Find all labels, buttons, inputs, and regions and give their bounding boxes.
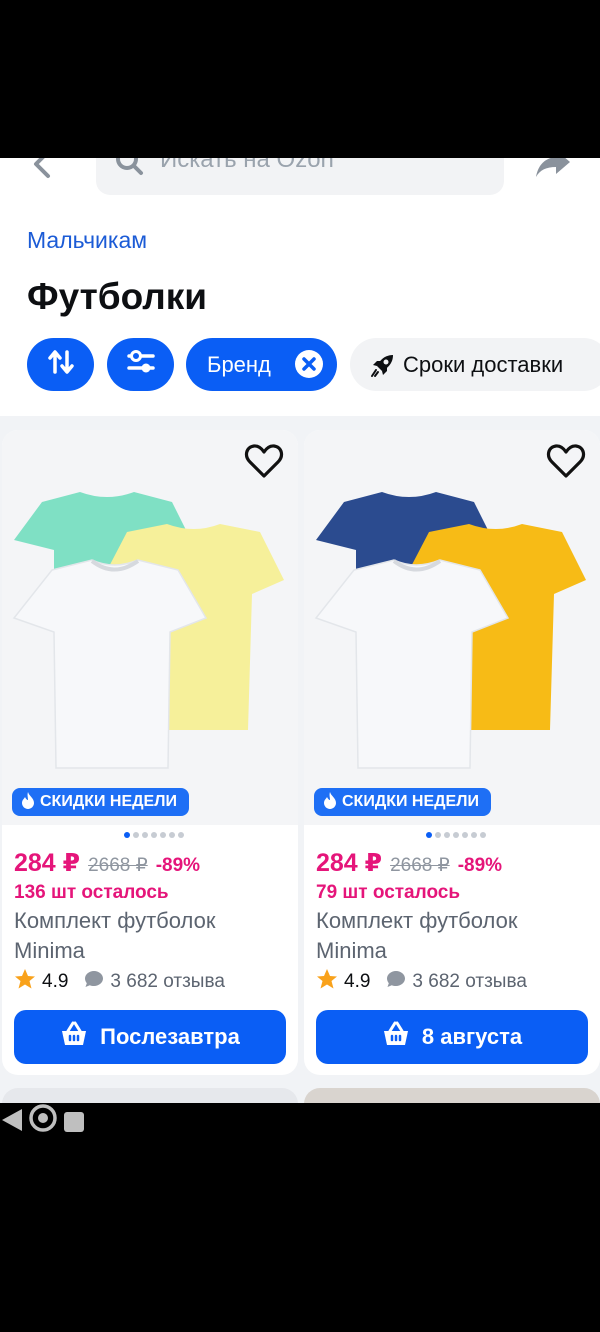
- clear-icon[interactable]: [295, 350, 323, 378]
- old-price: 2668 ₽: [88, 855, 148, 876]
- comment-icon: [386, 970, 406, 994]
- home-nav-icon[interactable]: [28, 1104, 62, 1137]
- image-pagination: [426, 832, 486, 838]
- next-product-card[interactable]: [304, 1088, 600, 1103]
- product-card[interactable]: СКИДКИ НЕДЕЛИ 284 ₽ 2668 ₽ -89% 136 шт о…: [2, 430, 298, 1075]
- next-product-card[interactable]: [2, 1088, 298, 1103]
- comment-icon: [84, 970, 104, 994]
- basket-icon: [60, 1021, 88, 1053]
- search-header: Искать на Ozon: [0, 158, 600, 196]
- discount: -89%: [457, 855, 503, 876]
- brand-filter-chip[interactable]: Бренд: [186, 338, 337, 391]
- delivery-filter-label: Сроки доставки: [403, 352, 564, 377]
- current-price: 284 ₽: [316, 849, 383, 877]
- breadcrumb[interactable]: Мальчикам: [27, 227, 147, 254]
- navigation-bar: [0, 1103, 600, 1332]
- sort-icon: [47, 348, 75, 381]
- star-icon: [316, 968, 338, 996]
- status-bar-area: [0, 0, 600, 158]
- search-placeholder: Искать на Ozon: [160, 158, 334, 173]
- brand-filter-label: Бренд: [207, 352, 271, 377]
- reviews-count: 3 682 отзыва: [110, 971, 225, 992]
- favorite-icon[interactable]: [244, 442, 284, 480]
- sort-button[interactable]: [27, 338, 94, 391]
- app-screen: Искать на Ozon Мальчикам Футболки Бренд: [0, 158, 600, 1103]
- add-to-cart-button[interactable]: Послезавтра: [14, 1010, 286, 1064]
- product-image[interactable]: СКИДКИ НЕДЕЛИ: [2, 430, 298, 825]
- product-image[interactable]: СКИДКИ НЕДЕЛИ: [304, 430, 600, 825]
- reviews-count: 3 682 отзыва: [412, 971, 527, 992]
- delivery-date-label: 8 августа: [421, 1024, 523, 1049]
- rating-value: 4.9: [344, 971, 371, 992]
- star-icon: [14, 968, 36, 996]
- back-icon[interactable]: [24, 158, 64, 184]
- product-name[interactable]: Комплект футболок Minima: [316, 906, 586, 966]
- deal-badge-label: СКИДКИ НЕДЕЛИ: [342, 793, 479, 810]
- stock-left: 136 шт осталось: [14, 882, 169, 903]
- old-price: 2668 ₽: [390, 855, 450, 876]
- page-title: Футболки: [27, 276, 208, 317]
- search-input[interactable]: Искать на Ozon: [96, 158, 504, 195]
- filters-button[interactable]: [107, 338, 174, 391]
- delivery-filter-chip[interactable]: Сроки доставки: [350, 338, 600, 391]
- price-row: 284 ₽ 2668 ₽ -89%: [316, 848, 502, 878]
- favorite-icon[interactable]: [546, 442, 586, 480]
- current-price: 284 ₽: [14, 849, 81, 877]
- deal-badge: СКИДКИ НЕДЕЛИ: [314, 788, 491, 816]
- add-to-cart-button[interactable]: 8 августа: [316, 1010, 588, 1064]
- share-icon[interactable]: [534, 158, 572, 180]
- fire-icon: [322, 791, 338, 814]
- filter-chips: Бренд Сроки доставки: [0, 338, 600, 392]
- deal-badge-label: СКИДКИ НЕДЕЛИ: [40, 793, 177, 810]
- discount: -89%: [155, 855, 201, 876]
- stock-left: 79 шт осталось: [316, 882, 461, 903]
- recents-nav-icon[interactable]: [63, 1112, 85, 1137]
- rating-row: 4.9 3 682 отзыва: [14, 968, 225, 996]
- sliders-icon: [126, 348, 156, 381]
- search-icon: [114, 158, 144, 176]
- delivery-date-label: Послезавтра: [100, 1024, 240, 1049]
- fire-icon: [20, 791, 36, 814]
- price-row: 284 ₽ 2668 ₽ -89%: [14, 848, 200, 878]
- product-name[interactable]: Комплект футболок Minima: [14, 906, 284, 966]
- rating-row: 4.9 3 682 отзыва: [316, 968, 527, 996]
- rocket-icon: [370, 352, 396, 378]
- back-nav-icon[interactable]: [0, 1109, 28, 1137]
- basket-icon: [382, 1021, 410, 1053]
- deal-badge: СКИДКИ НЕДЕЛИ: [12, 788, 189, 816]
- product-card[interactable]: СКИДКИ НЕДЕЛИ 284 ₽ 2668 ₽ -89% 79 шт ос…: [304, 430, 600, 1075]
- image-pagination: [124, 832, 184, 838]
- rating-value: 4.9: [42, 971, 69, 992]
